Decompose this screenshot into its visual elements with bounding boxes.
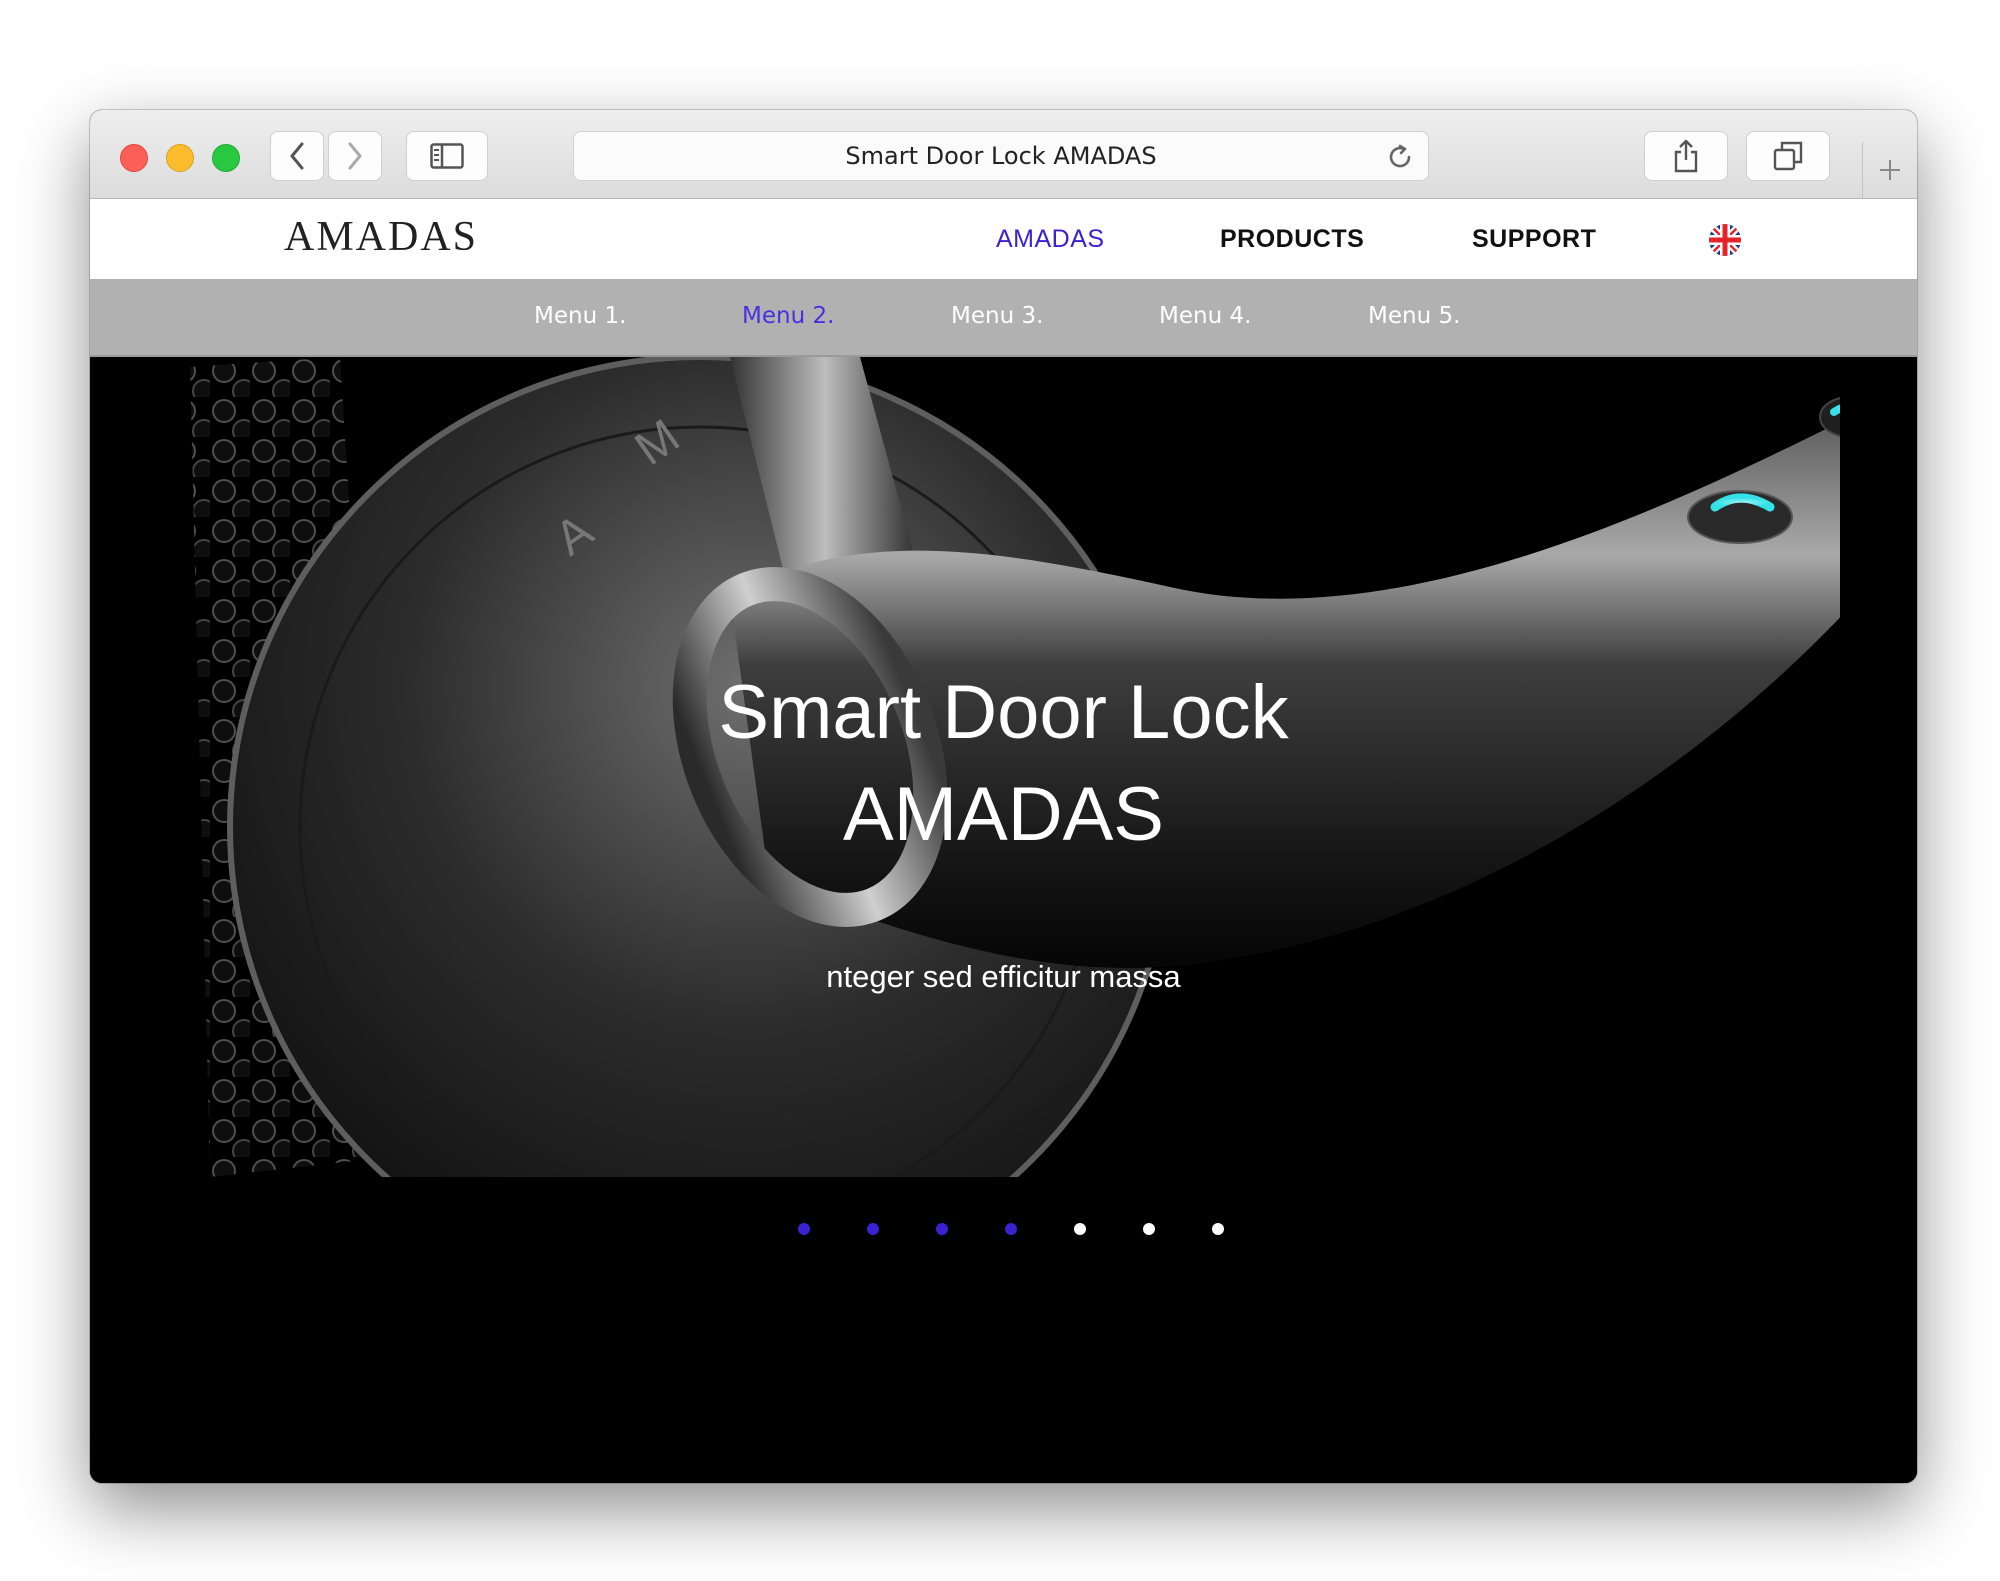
submenu-item-2[interactable]: Menu 2. [742, 303, 834, 329]
address-bar-text: Smart Door Lock AMADAS [845, 142, 1157, 170]
submenu-item-4[interactable]: Menu 4. [1159, 303, 1251, 329]
chevron-right-icon [348, 142, 362, 170]
sub-menu: Menu 1. Menu 2. Menu 3. Menu 4. Menu 5. [90, 279, 1917, 357]
slider-dot[interactable] [867, 1223, 879, 1235]
sidebar-icon [430, 143, 464, 169]
minimize-window-button[interactable] [166, 144, 194, 172]
hero-banner: A M Smart Door Lock AMADAS nteger sed ef… [90, 357, 1917, 1483]
tabs-icon [1773, 141, 1803, 171]
door-lock-product-image: A M [90, 357, 1917, 1483]
zoom-window-button[interactable] [212, 144, 240, 172]
address-bar[interactable]: Smart Door Lock AMADAS [573, 131, 1429, 181]
new-tab-button[interactable] [1862, 142, 1917, 198]
close-window-button[interactable] [120, 144, 148, 172]
reload-icon[interactable] [1386, 143, 1414, 171]
slider-dot[interactable] [1143, 1223, 1155, 1235]
share-icon [1674, 139, 1698, 173]
back-button[interactable] [270, 131, 324, 181]
uk-flag-icon[interactable] [1708, 223, 1742, 257]
slider-dot[interactable] [936, 1223, 948, 1235]
forward-button[interactable] [328, 131, 382, 181]
tab-overview-button[interactable] [1746, 131, 1830, 181]
hero-subtitle: nteger sed efficitur massa [826, 959, 1181, 994]
submenu-item-3[interactable]: Menu 3. [951, 303, 1043, 329]
submenu-item-1[interactable]: Menu 1. [534, 303, 626, 329]
nav-link-products[interactable]: PRODUCTS [1220, 225, 1364, 254]
slider-pagination [90, 1223, 1917, 1243]
chevron-left-icon [290, 142, 304, 170]
site-header: AMADAS AMADAS PRODUCTS SUPPORT [90, 199, 1917, 279]
nav-link-support[interactable]: SUPPORT [1472, 225, 1596, 254]
share-button[interactable] [1644, 131, 1728, 181]
plus-icon [1880, 160, 1900, 180]
browser-window: Smart Door Lock AMADAS AMADAS AMADAS PRO… [90, 110, 1917, 1483]
hero-title-line-1: Smart Door Lock [718, 670, 1289, 755]
hero-title-line-2: AMADAS [843, 772, 1164, 857]
slider-dot[interactable] [798, 1223, 810, 1235]
sidebar-toggle-button[interactable] [406, 131, 488, 181]
site-logo[interactable]: AMADAS [284, 213, 478, 261]
slider-dot[interactable] [1074, 1223, 1086, 1235]
slider-dot[interactable] [1212, 1223, 1224, 1235]
nav-link-amadas[interactable]: AMADAS [996, 225, 1105, 254]
slider-dot[interactable] [1005, 1223, 1017, 1235]
browser-toolbar: Smart Door Lock AMADAS [90, 110, 1917, 199]
submenu-item-5[interactable]: Menu 5. [1368, 303, 1460, 329]
